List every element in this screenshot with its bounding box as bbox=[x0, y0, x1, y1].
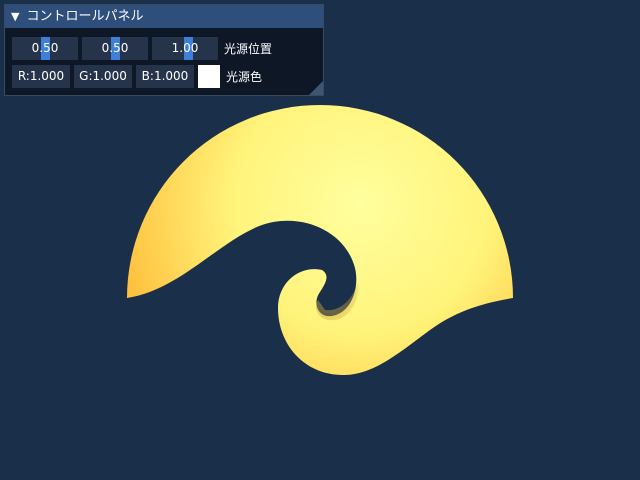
light-position-y-value: 0.50 bbox=[101, 41, 129, 55]
triangle-down-icon[interactable]: ▼ bbox=[11, 5, 19, 28]
resize-grip[interactable] bbox=[309, 81, 323, 95]
control-panel: ▼ コントロールパネル 0.50 0.50 1.00 光源位置 R:1.000 … bbox=[4, 4, 324, 96]
light-position-z-slider[interactable]: 1.00 bbox=[152, 37, 218, 60]
light-color-row: R:1.000 G:1.000 B:1.000 光源色 bbox=[12, 65, 262, 88]
light-color-swatch[interactable] bbox=[198, 65, 220, 88]
light-color-g-field[interactable]: G:1.000 bbox=[74, 65, 132, 88]
light-position-z-value: 1.00 bbox=[171, 41, 199, 55]
light-position-label: 光源位置 bbox=[224, 42, 273, 56]
panel-titlebar[interactable]: ▼ コントロールパネル bbox=[5, 5, 323, 28]
light-position-x-slider[interactable]: 0.50 bbox=[12, 37, 78, 60]
panel-title: コントロールパネル bbox=[26, 9, 144, 24]
light-color-label: 光源色 bbox=[226, 70, 263, 84]
light-position-x-value: 0.50 bbox=[31, 41, 59, 55]
light-position-y-slider[interactable]: 0.50 bbox=[82, 37, 148, 60]
light-position-row: 0.50 0.50 1.00 光源位置 bbox=[12, 37, 272, 60]
light-color-b-field[interactable]: B:1.000 bbox=[136, 65, 194, 88]
light-color-r-field[interactable]: R:1.000 bbox=[12, 65, 70, 88]
wave-shape bbox=[127, 105, 513, 376]
